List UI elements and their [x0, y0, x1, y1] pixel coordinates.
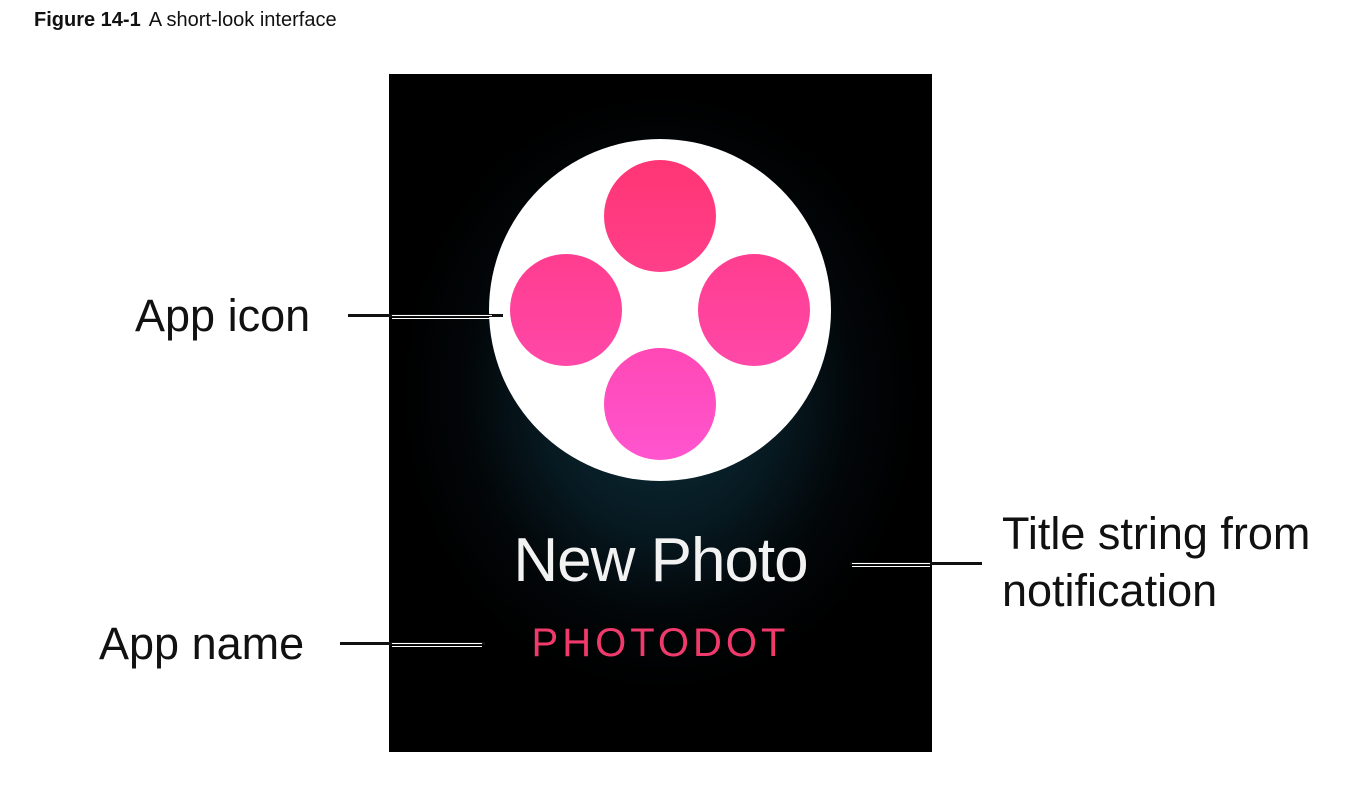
leader-title-string-highlight: [852, 562, 930, 567]
app-icon: [489, 139, 831, 481]
notification-title: New Photo: [513, 526, 808, 595]
figure-number: Figure 14-1: [34, 9, 141, 31]
leader-app-name-highlight: [392, 642, 482, 647]
leader-app-icon-highlight: [392, 314, 492, 319]
figure-caption: Figure 14-1 A short-look interface: [34, 8, 337, 32]
callout-app-name: App name: [99, 618, 305, 669]
callout-title-string-line2: notification: [1002, 565, 1218, 616]
watch-screen: New Photo PHOTODOT: [389, 74, 932, 752]
callout-app-icon: App icon: [135, 290, 311, 341]
icon-dot-left: [510, 254, 622, 366]
figure-caption-text: A short-look interface: [148, 9, 337, 31]
icon-dot-top: [604, 160, 716, 272]
callout-title-string-line1: Title string from: [1002, 508, 1311, 559]
icon-dot-bottom: [604, 348, 716, 460]
icon-dot-right: [698, 254, 810, 366]
